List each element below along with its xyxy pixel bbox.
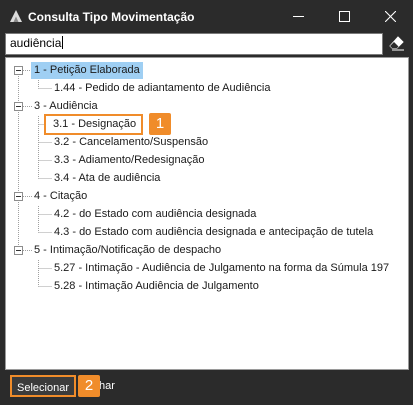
collapse-toggle-icon[interactable] bbox=[14, 102, 23, 111]
tree-node-3-2[interactable]: 3.2 - Cancelamento/Suspensão bbox=[51, 134, 211, 151]
collapse-toggle-icon[interactable] bbox=[14, 246, 23, 255]
tree-node-4-3[interactable]: 4.3 - do Estado com audiência designada … bbox=[51, 224, 376, 241]
minimize-icon bbox=[292, 11, 304, 22]
annotation-badge-2: 2 bbox=[78, 375, 100, 397]
secondary-button-label[interactable]: har bbox=[99, 377, 115, 395]
minimize-button[interactable] bbox=[275, 0, 321, 33]
tree-node-1-44[interactable]: 1.44 - Pedido de adiantamento de Audiênc… bbox=[51, 80, 274, 97]
tree-node-4[interactable]: 4 - Citação bbox=[31, 188, 90, 205]
eraser-icon bbox=[389, 35, 405, 54]
select-button[interactable]: Selecionar bbox=[10, 375, 76, 397]
tree-node-5[interactable]: 5 - Intimação/Notificação de despacho bbox=[31, 242, 224, 259]
annotation-badge-1: 1 bbox=[149, 113, 171, 135]
tree-node-3[interactable]: 3 - Audiência bbox=[31, 98, 101, 115]
clear-search-button[interactable] bbox=[386, 33, 408, 55]
search-value: audiência bbox=[10, 36, 62, 50]
text-caret bbox=[62, 36, 64, 49]
movement-type-tree[interactable]: 1 - Petição Elaborada 1.44 - Pedido de a… bbox=[5, 57, 409, 370]
search-row: audiência bbox=[5, 33, 409, 55]
tree-node-1[interactable]: 1 - Petição Elaborada bbox=[31, 62, 143, 79]
tree-node-5-28[interactable]: 5.28 - Intimação Audiência de Julgamento bbox=[51, 278, 262, 295]
maximize-button[interactable] bbox=[321, 0, 367, 33]
tree-node-4-2[interactable]: 4.2 - do Estado com audiência designada bbox=[51, 206, 259, 223]
maximize-icon bbox=[338, 11, 350, 22]
tree-node-3-3[interactable]: 3.3 - Adiamento/Redesignação bbox=[51, 152, 207, 169]
dialog-footer: Selecionar har 2 bbox=[0, 370, 413, 405]
tree-node-3-4[interactable]: 3.4 - Ata de audiência bbox=[51, 170, 163, 187]
close-icon bbox=[384, 11, 396, 22]
window-title: Consulta Tipo Movimentação bbox=[28, 10, 195, 24]
collapse-toggle-icon[interactable] bbox=[14, 192, 23, 201]
collapse-toggle-icon[interactable] bbox=[14, 66, 23, 75]
tree-node-5-27[interactable]: 5.27 - Intimação - Audiência de Julgamen… bbox=[51, 260, 392, 277]
title-bar[interactable]: Consulta Tipo Movimentação bbox=[0, 0, 413, 33]
app-window-icon bbox=[9, 9, 23, 23]
tree-node-3-1[interactable]: 3.1 - Designação bbox=[43, 114, 144, 135]
close-button[interactable] bbox=[367, 0, 413, 33]
search-input[interactable]: audiência bbox=[5, 33, 383, 55]
dialog-window: Consulta Tipo Movimentação audiência 1 -… bbox=[0, 0, 413, 405]
